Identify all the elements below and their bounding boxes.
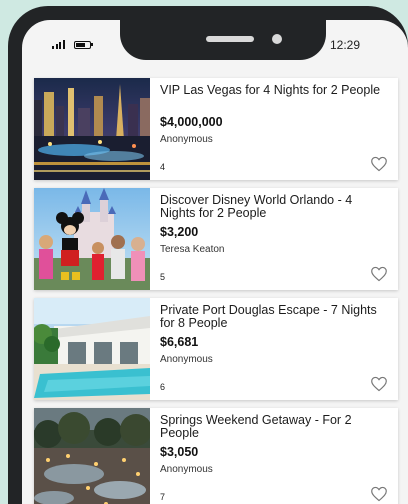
listing-info[interactable]: VIP Las Vegas for 4 Nights for 2 People … [150, 78, 398, 180]
listing-card-springs[interactable]: Springs Weekend Getaway - For 2 People $… [34, 408, 398, 504]
listing-count: 7 [160, 492, 166, 502]
listing-title[interactable]: Private Port Douglas Escape - 7 Nights f… [160, 304, 390, 331]
listing-title[interactable]: Springs Weekend Getaway - For 2 People [160, 414, 390, 441]
listing-price: $6,681 [160, 335, 199, 349]
listing-count: 5 [160, 272, 166, 282]
disney-castle-family-photo[interactable] [34, 188, 150, 290]
speaker-grille [206, 36, 254, 42]
listing-info[interactable]: Private Port Douglas Escape - 7 Nights f… [150, 298, 398, 400]
listing-count: 6 [160, 382, 166, 392]
phone-notch [120, 20, 326, 60]
listing-price: $4,000,000 [160, 115, 223, 129]
listing-title[interactable]: Discover Disney World Orlando - 4 Nights… [160, 194, 390, 221]
listing-bidder: Anonymous [160, 464, 213, 475]
heart-outline-icon[interactable] [370, 486, 388, 502]
front-camera [272, 34, 282, 44]
heart-outline-icon[interactable] [370, 156, 388, 172]
listing-card-disney[interactable]: Discover Disney World Orlando - 4 Nights… [34, 188, 398, 290]
las-vegas-night-photo[interactable] [34, 78, 150, 180]
listing-card-las-vegas[interactable]: VIP Las Vegas for 4 Nights for 2 People … [34, 78, 398, 180]
battery-icon [73, 40, 93, 49]
phone-screen: 12:29 VIP Las Vegas for 4 Nights for 2 P… [22, 20, 408, 504]
status-indicators [52, 40, 93, 49]
listing-bidder: Anonymous [160, 134, 213, 145]
villa-pool-photo[interactable] [34, 298, 150, 400]
listing-title[interactable]: VIP Las Vegas for 4 Nights for 2 People [160, 84, 390, 111]
signal-icon [52, 40, 65, 49]
listing-count: 4 [160, 162, 166, 172]
listing-info[interactable]: Springs Weekend Getaway - For 2 People $… [150, 408, 398, 504]
listing-card-port-douglas[interactable]: Private Port Douglas Escape - 7 Nights f… [34, 298, 398, 400]
listing-info[interactable]: Discover Disney World Orlando - 4 Nights… [150, 188, 398, 290]
listing-bidder: Teresa Keaton [160, 244, 225, 255]
heart-outline-icon[interactable] [370, 266, 388, 282]
listing-price: $3,050 [160, 445, 199, 459]
status-time: 12:29 [330, 38, 361, 52]
listing-list[interactable]: VIP Las Vegas for 4 Nights for 2 People … [34, 78, 398, 504]
stage: 12:29 VIP Las Vegas for 4 Nights for 2 P… [0, 0, 408, 504]
listing-price: $3,200 [160, 225, 199, 239]
listing-bidder: Anonymous [160, 354, 213, 365]
hot-springs-resort-photo[interactable] [34, 408, 150, 504]
heart-outline-icon[interactable] [370, 376, 388, 392]
